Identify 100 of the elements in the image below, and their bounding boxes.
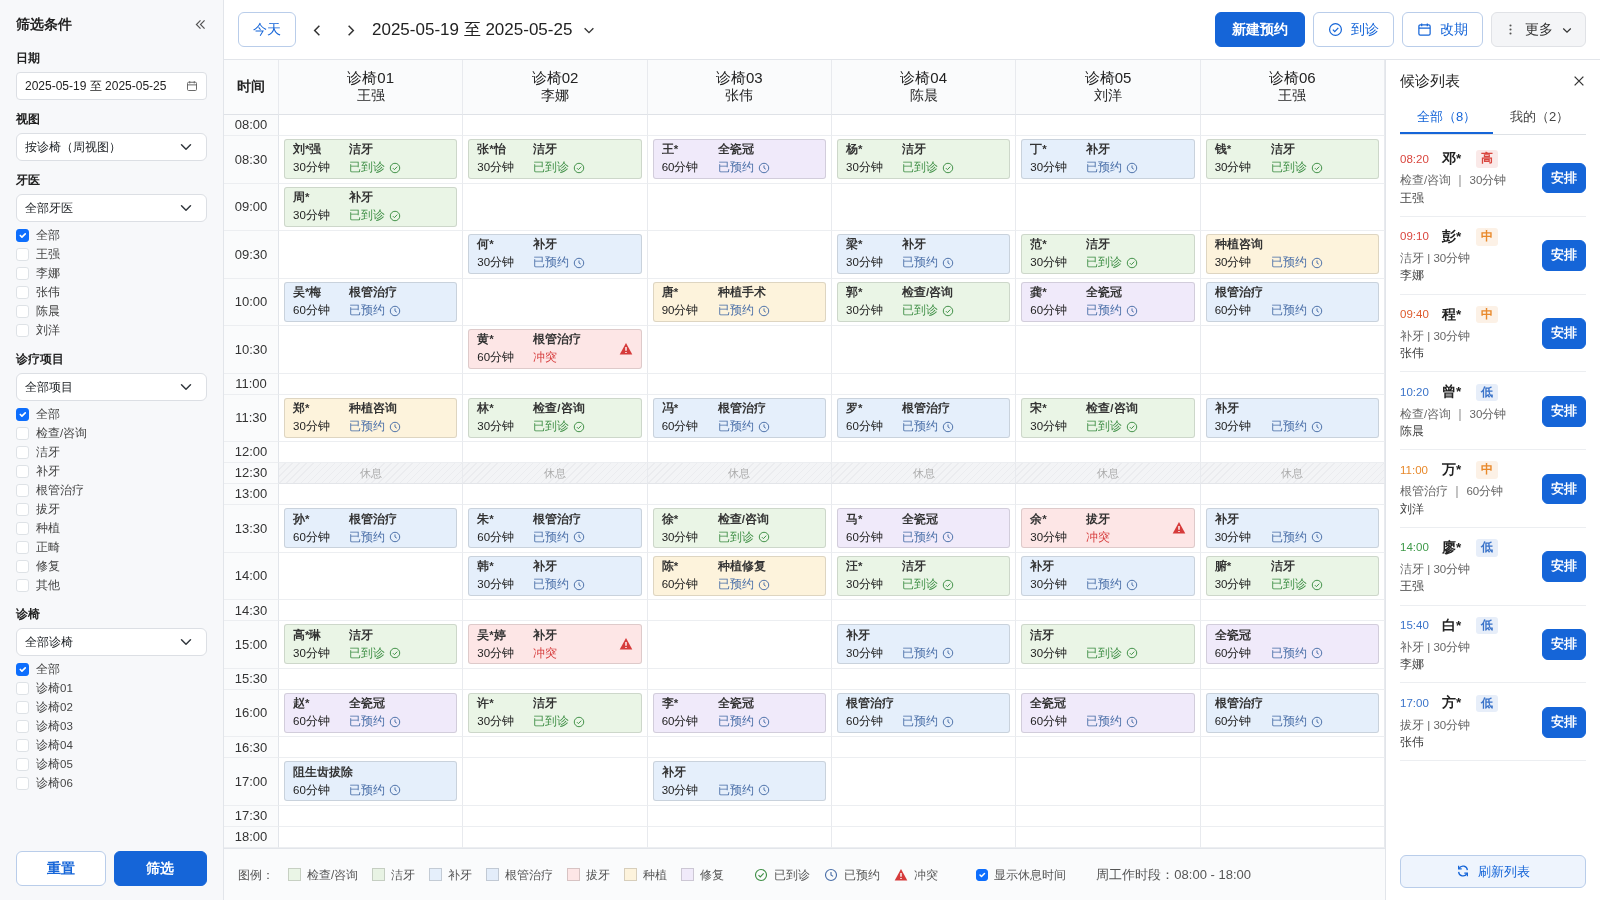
appointment-card[interactable]: 梁* 补牙 30分钟 已预约 bbox=[837, 234, 1011, 275]
time-slot[interactable]: 补牙 30分钟 已预约 bbox=[1016, 552, 1201, 601]
time-slot[interactable] bbox=[647, 115, 832, 136]
appointment-card[interactable]: 补牙 30分钟 已预约 bbox=[1021, 555, 1195, 596]
appointment-card[interactable]: 王* 全瓷冠 60分钟 已预约 bbox=[652, 139, 826, 179]
dropdown[interactable]: 全部牙医 bbox=[16, 194, 207, 222]
new-appointment-button[interactable]: 新建预约 bbox=[1215, 12, 1305, 47]
checkbox[interactable] bbox=[16, 229, 29, 242]
appointment-card[interactable]: 徐* 检查/咨询 30分钟 已到诊 bbox=[652, 508, 826, 549]
reschedule-button[interactable]: 改期 bbox=[1402, 12, 1483, 47]
schedule-button[interactable]: 安排 bbox=[1542, 629, 1586, 660]
today-button[interactable]: 今天 bbox=[238, 12, 296, 47]
dropdown[interactable]: 按诊椅（周视图） bbox=[16, 133, 207, 161]
appointment-card[interactable]: 韩* 补牙 30分钟 已预约 bbox=[468, 555, 642, 596]
reset-button[interactable]: 重置 bbox=[16, 851, 106, 886]
time-slot[interactable] bbox=[1016, 484, 1201, 506]
time-slot[interactable]: 补牙 30分钟 已预约 bbox=[647, 758, 832, 806]
time-slot[interactable]: 赵* 全瓷冠 60分钟 已预约 bbox=[279, 689, 464, 738]
appointment-card[interactable]: 冯* 根管治疗 60分钟 已预约 bbox=[652, 397, 826, 438]
time-slot[interactable] bbox=[1200, 373, 1385, 395]
schedule-button[interactable]: 安排 bbox=[1542, 240, 1586, 271]
time-slot[interactable]: 种植咨询 30分钟 已预约 bbox=[1200, 231, 1385, 279]
time-slot[interactable]: 林* 检查/咨询 30分钟 已到诊 bbox=[463, 394, 648, 443]
time-slot[interactable] bbox=[279, 373, 464, 395]
time-slot[interactable]: 余* 拔牙 30分钟 冲突 bbox=[1016, 505, 1201, 553]
schedule-button[interactable]: 安排 bbox=[1542, 473, 1586, 505]
time-slot[interactable]: 刘*强 洁牙 30分钟 已到诊 bbox=[279, 136, 464, 184]
time-slot[interactable]: 全瓷冠 60分钟 已预约 bbox=[1016, 689, 1201, 738]
appointment-card[interactable]: 根管治疗 60分钟 已预约 bbox=[1205, 692, 1379, 733]
appointment-card[interactable]: 赵* 全瓷冠 60分钟 已预约 bbox=[284, 692, 458, 733]
time-slot[interactable]: 补牙 30分钟 已预约 bbox=[1200, 505, 1385, 553]
appointment-card[interactable]: 余* 拔牙 30分钟 冲突 bbox=[1021, 508, 1195, 549]
time-slot[interactable]: 龚* 全瓷冠 60分钟 已预约 bbox=[1016, 278, 1201, 327]
time-slot[interactable] bbox=[1200, 183, 1385, 232]
more-button[interactable]: 更多 bbox=[1491, 12, 1586, 47]
appointment-card[interactable]: 种植咨询 30分钟 已预约 bbox=[1205, 234, 1379, 275]
time-slot[interactable] bbox=[279, 326, 464, 374]
appointment-card[interactable]: 龚* 全瓷冠 60分钟 已预约 bbox=[1021, 281, 1195, 322]
appointment-card[interactable]: 洁牙 30分钟 已到诊 bbox=[1021, 624, 1195, 665]
appointment-card[interactable]: 陈* 种植修复 60分钟 已预约 bbox=[652, 555, 826, 596]
time-slot[interactable] bbox=[279, 484, 464, 506]
time-slot[interactable]: 钱* 洁牙 30分钟 已到诊 bbox=[1200, 136, 1385, 184]
collapse-icon[interactable] bbox=[194, 18, 207, 31]
appointment-card[interactable]: 补牙 30分钟 已预约 bbox=[652, 761, 826, 802]
time-slot[interactable] bbox=[1200, 758, 1385, 806]
appointment-card[interactable]: 补牙 30分钟 已预约 bbox=[1205, 397, 1379, 438]
time-slot[interactable]: 郭* 检查/咨询 30分钟 已到诊 bbox=[832, 278, 1017, 327]
tab[interactable]: 全部（8） bbox=[1400, 100, 1493, 134]
refresh-button[interactable]: 刷新列表 bbox=[1400, 854, 1586, 888]
time-slot[interactable]: 宋* 检查/咨询 30分钟 已到诊 bbox=[1016, 394, 1201, 443]
time-slot[interactable]: 根管治疗 60分钟 已预约 bbox=[832, 689, 1017, 738]
date-field[interactable]: 2025-05-19 至 2025-05-25 bbox=[16, 72, 207, 100]
appointment-card[interactable]: 郑* 种植咨询 30分钟 已预约 bbox=[284, 397, 458, 438]
dropdown[interactable]: 全部诊椅 bbox=[16, 628, 207, 656]
appointment-card[interactable]: 罗* 根管治疗 60分钟 已预约 bbox=[837, 397, 1011, 438]
time-slot[interactable]: 罗* 根管治疗 60分钟 已预约 bbox=[832, 394, 1017, 443]
time-slot[interactable]: 杨* 洁牙 30分钟 已到诊 bbox=[832, 136, 1017, 184]
time-slot[interactable] bbox=[463, 484, 648, 506]
appointment-card[interactable]: 高*琳 洁牙 30分钟 已到诊 bbox=[284, 624, 458, 665]
appointment-card[interactable]: 杨* 洁牙 30分钟 已到诊 bbox=[837, 139, 1011, 179]
appointment-card[interactable]: 补牙 30分钟 已预约 bbox=[1205, 508, 1379, 549]
appointment-card[interactable]: 根管治疗 60分钟 已预约 bbox=[837, 692, 1011, 733]
time-slot[interactable]: 丁* 补牙 30分钟 已预约 bbox=[1016, 136, 1201, 184]
time-slot[interactable] bbox=[279, 737, 464, 759]
check-in-button[interactable]: 到诊 bbox=[1313, 12, 1394, 47]
time-slot[interactable]: 马* 全瓷冠 60分钟 已预约 bbox=[832, 505, 1017, 553]
time-slot[interactable] bbox=[279, 115, 464, 136]
time-slot[interactable]: 根管治疗 60分钟 已预约 bbox=[1200, 278, 1385, 327]
time-slot[interactable]: 王* 全瓷冠 60分钟 已预约 bbox=[647, 136, 832, 184]
time-slot[interactable] bbox=[1200, 484, 1385, 506]
appointment-card[interactable]: 丁* 补牙 30分钟 已预约 bbox=[1021, 139, 1195, 179]
time-slot[interactable] bbox=[279, 668, 464, 690]
time-slot[interactable]: 根管治疗 60分钟 已预约 bbox=[1200, 689, 1385, 738]
appointment-card[interactable]: 全瓷冠 60分钟 已预约 bbox=[1021, 692, 1195, 733]
appointment-card[interactable]: 范* 洁牙 30分钟 已到诊 bbox=[1021, 234, 1195, 275]
time-slot[interactable]: 范* 洁牙 30分钟 已到诊 bbox=[1016, 231, 1201, 279]
time-slot[interactable]: 许* 洁牙 30分钟 已到诊 bbox=[463, 689, 648, 738]
checkbox[interactable] bbox=[16, 408, 29, 421]
time-slot[interactable] bbox=[279, 231, 464, 279]
time-slot[interactable]: 徐* 检查/咨询 30分钟 已到诊 bbox=[647, 505, 832, 553]
time-slot[interactable] bbox=[1200, 115, 1385, 136]
appointment-card[interactable]: 马* 全瓷冠 60分钟 已预约 bbox=[837, 508, 1011, 549]
appointment-card[interactable]: 补牙 30分钟 已预约 bbox=[837, 624, 1011, 665]
checkbox[interactable] bbox=[976, 868, 989, 881]
time-slot[interactable] bbox=[279, 600, 464, 622]
appointment-card[interactable]: 钱* 洁牙 30分钟 已到诊 bbox=[1205, 139, 1379, 179]
appointment-card[interactable]: 朱* 根管治疗 60分钟 已预约 bbox=[468, 508, 642, 549]
schedule-button[interactable]: 安排 bbox=[1542, 551, 1586, 582]
schedule-button[interactable]: 安排 bbox=[1542, 395, 1586, 427]
time-slot[interactable] bbox=[279, 552, 464, 601]
appointment-card[interactable]: 李* 全瓷冠 60分钟 已预约 bbox=[652, 692, 826, 733]
time-slot[interactable]: 朱* 根管治疗 60分钟 已预约 bbox=[463, 505, 648, 553]
filter-button[interactable]: 筛选 bbox=[113, 851, 207, 886]
time-slot[interactable]: 洁牙 30分钟 已到诊 bbox=[1016, 621, 1201, 669]
appointment-card[interactable]: 何* 补牙 30分钟 已预约 bbox=[468, 234, 642, 275]
time-slot[interactable]: 补牙 30分钟 已预约 bbox=[832, 621, 1017, 669]
time-slot[interactable]: 吴*梅 根管治疗 60分钟 已预约 bbox=[279, 278, 464, 327]
time-slot[interactable] bbox=[463, 115, 648, 136]
time-slot[interactable]: 吴*婷 补牙 30分钟 冲突 bbox=[463, 621, 648, 669]
appointment-card[interactable]: 郭* 检查/咨询 30分钟 已到诊 bbox=[837, 281, 1011, 322]
